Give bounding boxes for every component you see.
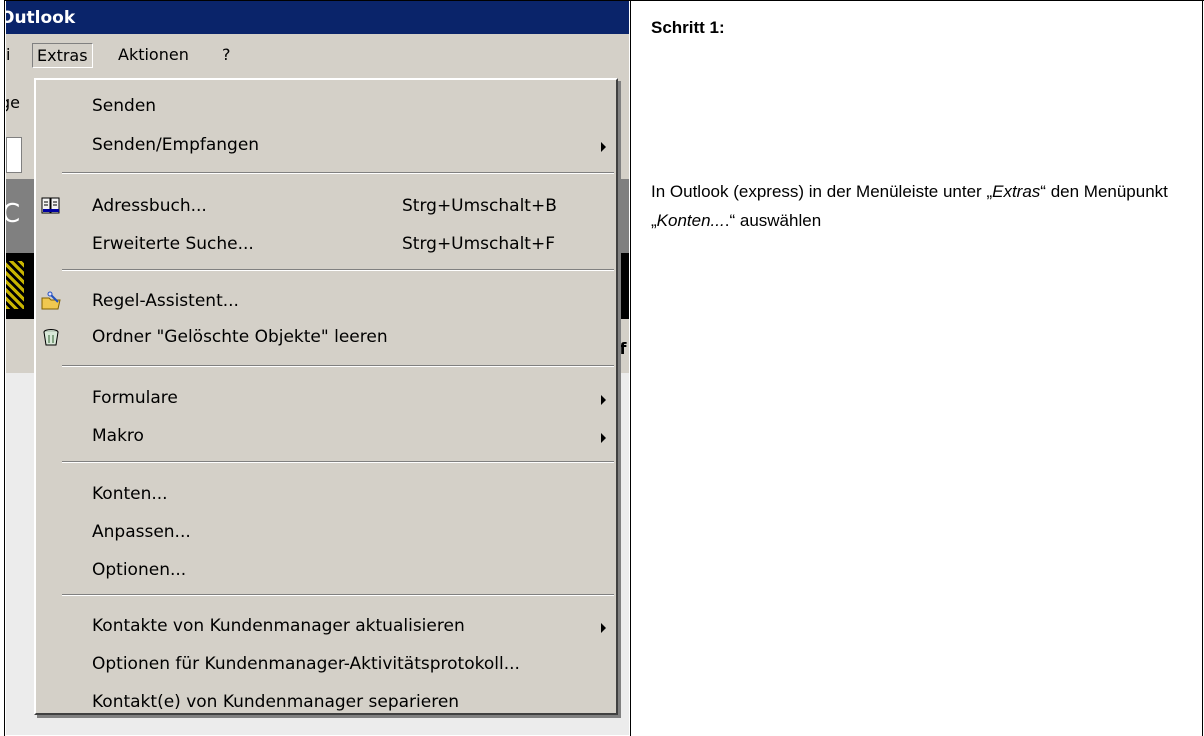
menu-bar: i Extras Aktionen ? [6, 34, 629, 75]
menu-separator [62, 365, 614, 367]
menu-item-kontakte-separieren[interactable]: Kontakt(e) von Kundenmanager separieren [36, 686, 616, 720]
step-heading: Schritt 1: [651, 18, 725, 37]
menu-item-label: Optionen für Kundenmanager-Aktivitätspro… [92, 654, 520, 674]
menu-separator [62, 594, 614, 596]
menu-item-label: Anpassen... [92, 522, 191, 542]
menu-aktionen[interactable]: Aktionen [114, 43, 193, 66]
menu-item-kontakte-aktualisieren[interactable]: Kontakte von Kundenmanager aktualisieren [36, 610, 616, 644]
frame-right [1202, 0, 1203, 736]
submenu-arrow-icon [601, 433, 606, 443]
submenu-arrow-icon [601, 623, 606, 633]
term-extras: Extras [992, 182, 1041, 201]
menu-item-ordner-leeren[interactable]: Ordner "Gelöschte Objekte" leeren [36, 321, 616, 355]
empty-trash-icon [43, 329, 59, 346]
menu-item-label: Senden [92, 96, 157, 116]
submenu-arrow-icon [601, 142, 606, 152]
menu-item-label: Kontakt(e) von Kundenmanager separieren [92, 692, 460, 712]
menu-item-konten[interactable]: Konten... [36, 478, 616, 512]
instruction-text: In Outlook (express) in der Menüleiste u… [651, 182, 987, 201]
background-field [6, 137, 22, 173]
extras-dropdown-menu: Senden Senden/Empfangen Adressbuch... St… [34, 78, 618, 715]
menu-item-anpassen[interactable]: Anpassen... [36, 516, 616, 550]
menu-separator [62, 269, 614, 271]
title-bar: Outlook [6, 1, 629, 34]
menu-item-label: Konten... [92, 484, 168, 504]
menu-partial-item[interactable]: i [6, 43, 14, 66]
menu-extras[interactable]: Extras [32, 43, 93, 68]
menu-item-regel-assistent[interactable]: Regel-Assistent... [36, 285, 616, 319]
window-title: Outlook [6, 8, 76, 28]
menu-item-adressbuch[interactable]: Adressbuch... Strg+Umschalt+B [36, 190, 616, 224]
menu-item-shortcut: Strg+Umschalt+B [402, 196, 557, 216]
background-fragment-toolbar: ge [6, 93, 20, 112]
menu-help[interactable]: ? [218, 43, 235, 66]
menu-item-formulare[interactable]: Formulare [36, 382, 616, 416]
menu-item-label: Regel-Assistent... [92, 291, 239, 311]
menu-item-senden[interactable]: Senden [36, 90, 616, 124]
menu-separator [62, 461, 614, 463]
submenu-arrow-icon [601, 395, 606, 405]
menu-item-label: Formulare [92, 388, 178, 408]
menu-item-label: Adressbuch... [92, 196, 207, 216]
outlook-screenshot: Outlook i Extras Aktionen ? ge C if Send… [6, 1, 629, 735]
address-book-icon [41, 197, 60, 214]
frame-left [4, 0, 5, 736]
step-instruction: In Outlook (express) in der Menüleiste u… [651, 177, 1199, 235]
menu-item-label: Erweiterte Suche... [92, 234, 254, 254]
background-banner-stripe [6, 261, 24, 309]
menu-item-shortcut: Strg+Umschalt+F [402, 234, 555, 254]
menu-item-makro[interactable]: Makro [36, 420, 616, 454]
menu-item-label: Senden/Empfangen [92, 135, 260, 155]
menu-item-label: Makro [92, 426, 144, 446]
menu-item-label: Ordner "Gelöschte Objekte" leeren [92, 327, 388, 347]
frame-divider [630, 0, 631, 736]
menu-item-optionen-kundenmanager[interactable]: Optionen für Kundenmanager-Aktivitätspro… [36, 648, 616, 682]
menu-item-optionen[interactable]: Optionen... [36, 554, 616, 588]
menu-separator [62, 172, 614, 174]
menu-item-label: Optionen... [92, 560, 187, 580]
menu-item-senden-empfangen[interactable]: Senden/Empfangen [36, 129, 616, 163]
term-konten: Konten... [656, 211, 725, 230]
instruction-text: den Menüpunkt [1045, 182, 1168, 201]
background-fragment-header: C [6, 199, 21, 229]
rules-wizard-icon [41, 291, 61, 310]
menu-item-label: Kontakte von Kundenmanager aktualisieren [92, 616, 465, 636]
instruction-text: auswählen [735, 211, 822, 230]
menu-item-erweiterte-suche[interactable]: Erweiterte Suche... Strg+Umschalt+F [36, 228, 616, 262]
